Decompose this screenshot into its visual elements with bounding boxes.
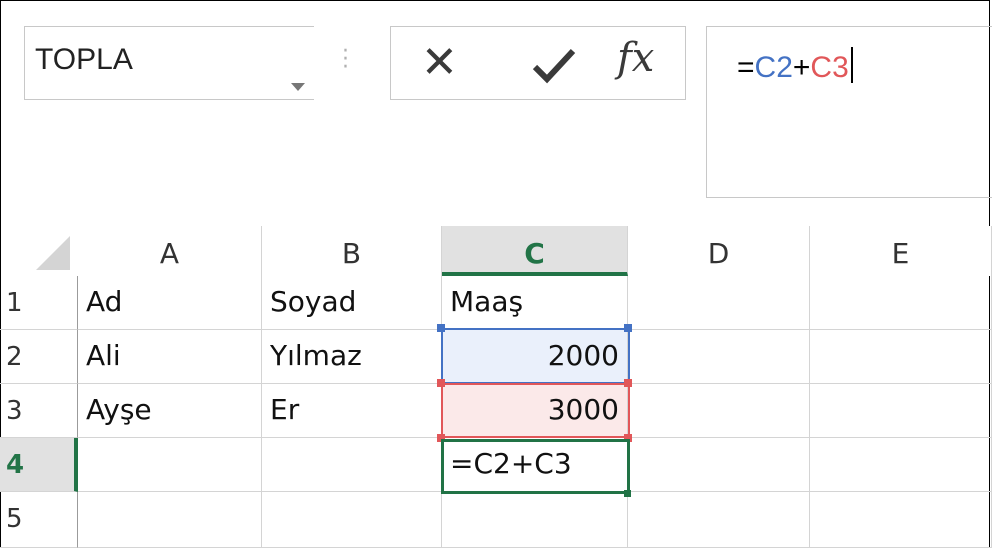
cell-b2[interactable]: Yılmaz	[262, 330, 442, 384]
cell-d3[interactable]	[628, 384, 810, 438]
row-header-1[interactable]: 1	[0, 276, 78, 330]
column-header-d[interactable]: D	[628, 226, 810, 276]
active-cell-border	[441, 439, 630, 494]
column-header-c[interactable]: C	[442, 226, 628, 276]
formula-bar[interactable]: =C2+C3	[706, 26, 992, 198]
fill-handle[interactable]	[624, 490, 631, 497]
ref-highlight-c2	[441, 328, 630, 384]
cell-e1[interactable]	[810, 276, 992, 330]
cell-e5[interactable]	[810, 492, 992, 548]
cell-a1[interactable]: Ad	[78, 276, 262, 330]
column-header-e[interactable]: E	[810, 226, 992, 276]
formula-text: =C2+C3	[737, 47, 853, 85]
formula-operator: +	[792, 51, 811, 84]
cell-d2[interactable]	[628, 330, 810, 384]
name-box-value: TOPLA	[35, 43, 133, 76]
ref-highlight-c3	[441, 383, 630, 438]
fx-icon[interactable]: fx	[617, 35, 654, 81]
formula-ref-1: C2	[754, 51, 793, 84]
row-header-2[interactable]: 2	[0, 330, 78, 384]
cell-a5[interactable]	[78, 492, 262, 548]
cell-b4[interactable]	[262, 438, 442, 492]
cell-e3[interactable]	[810, 384, 992, 438]
cell-d1[interactable]	[628, 276, 810, 330]
formula-ref-2: C3	[810, 51, 849, 84]
column-header-a[interactable]: A	[78, 226, 262, 276]
close-icon[interactable]: ✕	[421, 41, 458, 85]
cell-d5[interactable]	[628, 492, 810, 548]
ref-handle[interactable]	[624, 379, 632, 387]
text-caret	[850, 47, 853, 83]
formula-buttons: ✕ fx	[390, 26, 686, 100]
formula-prefix: =	[737, 51, 755, 84]
cell-b5[interactable]	[262, 492, 442, 548]
drag-handle-icon[interactable]: · · ·	[342, 41, 349, 79]
cell-c5[interactable]	[442, 492, 628, 548]
chevron-down-icon[interactable]	[291, 83, 305, 91]
select-all-corner[interactable]	[16, 226, 78, 276]
ref-handle[interactable]	[437, 324, 445, 332]
row-header-3[interactable]: 3	[0, 384, 78, 438]
check-icon[interactable]	[531, 45, 577, 89]
column-header-b[interactable]: B	[262, 226, 442, 276]
cell-b3[interactable]: Er	[262, 384, 442, 438]
ref-handle[interactable]	[437, 379, 445, 387]
row-header-4[interactable]: 4	[0, 438, 78, 492]
name-box[interactable]: TOPLA	[24, 26, 314, 100]
cell-c1[interactable]: Maaş	[442, 276, 628, 330]
cell-d4[interactable]	[628, 438, 810, 492]
cell-e4[interactable]	[810, 438, 992, 492]
cell-a3[interactable]: Ayşe	[78, 384, 262, 438]
cell-a4[interactable]	[78, 438, 262, 492]
row-header-5[interactable]: 5	[0, 492, 78, 548]
cell-a2[interactable]: Ali	[78, 330, 262, 384]
ref-handle[interactable]	[624, 324, 632, 332]
cell-e2[interactable]	[810, 330, 992, 384]
cell-b1[interactable]: Soyad	[262, 276, 442, 330]
